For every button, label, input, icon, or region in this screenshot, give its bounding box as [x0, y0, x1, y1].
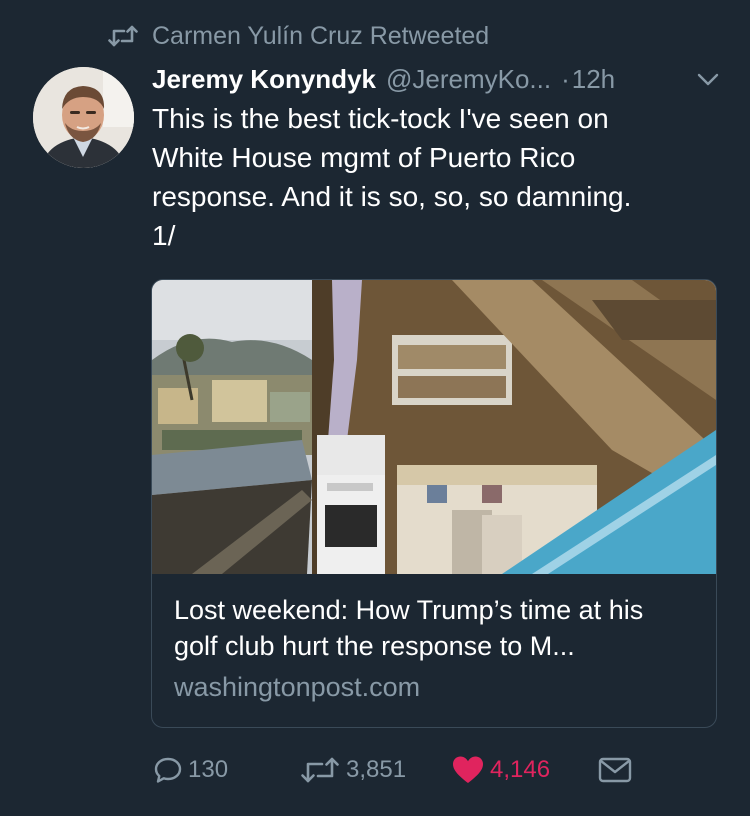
tweet-header: Jeremy Konyndyk @JeremyKo... · 12h	[152, 60, 730, 98]
tweet-timestamp[interactable]: 12h	[572, 64, 615, 95]
author-name[interactable]: Jeremy Konyndyk	[152, 64, 376, 95]
like-button[interactable]: 4,146	[452, 753, 550, 787]
retweet-button[interactable]: 3,851	[300, 753, 406, 787]
like-count: 4,146	[490, 756, 551, 783]
link-card[interactable]: Lost weekend: How Trump’s time at his go…	[151, 279, 717, 728]
retweet-icon	[301, 757, 339, 783]
reply-count: 130	[188, 756, 229, 783]
tweet-text: This is the best tick-tock I've seen on …	[152, 103, 632, 251]
direct-message-button[interactable]	[598, 753, 632, 787]
card-image	[152, 280, 716, 574]
card-title[interactable]: Lost weekend: How Trump’s time at his go…	[174, 592, 694, 664]
retweet-context: Carmen Yulín Cruz Retweeted	[108, 20, 489, 52]
card-domain[interactable]: washingtonpost.com	[174, 672, 420, 703]
author-handle[interactable]: @JeremyKo...	[386, 64, 551, 95]
retweeted-by-label[interactable]: Carmen Yulín Cruz Retweeted	[152, 22, 489, 51]
separator-dot: ·	[561, 63, 570, 94]
avatar[interactable]	[33, 67, 134, 168]
retweet-count: 3,851	[346, 756, 407, 783]
reply-icon	[154, 757, 182, 783]
envelope-icon	[598, 757, 632, 783]
tweet-actions: 130 3,851 4,146	[152, 753, 642, 787]
avatar-photo	[33, 67, 134, 168]
retweet-icon	[108, 25, 138, 47]
heart-icon	[453, 756, 483, 783]
chevron-down-icon[interactable]	[696, 68, 720, 90]
reply-button[interactable]: 130	[154, 753, 228, 787]
